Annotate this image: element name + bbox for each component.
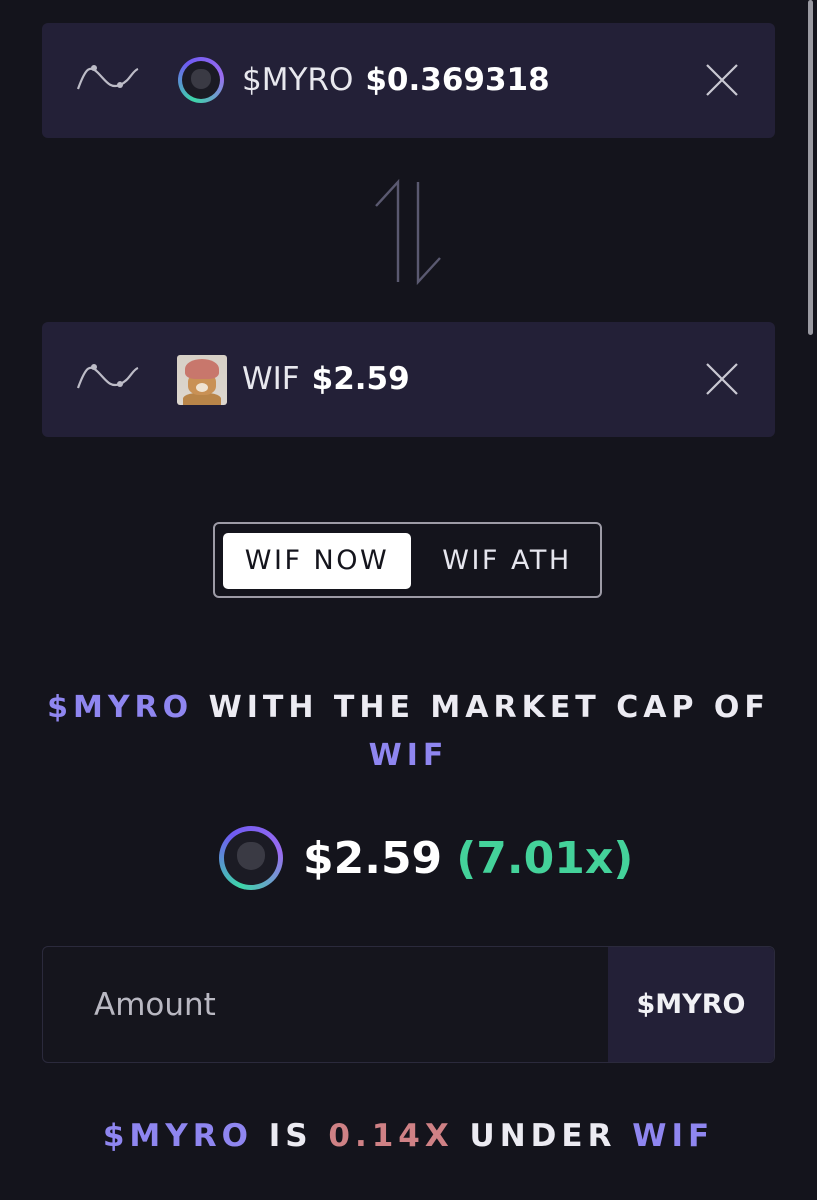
headline: $MYRO WITH THE MARKET CAP OF (0, 690, 817, 725)
to-token-label: WIF $2.59 (242, 322, 410, 437)
to-token-price: $2.59 (311, 361, 410, 397)
result-multiplier: (7.01x) (456, 833, 634, 884)
result-price-line: $2.59 (7.01x) (303, 826, 633, 892)
comparison-toggle: WIF NOW WIF ATH (213, 522, 602, 598)
swap-arrows-icon[interactable] (368, 178, 448, 286)
headline-target-line: WIF (0, 738, 817, 773)
summary-under: UNDER (453, 1118, 633, 1154)
summary-line: $MYRO IS 0.14X UNDER WIF (0, 1118, 817, 1154)
result-price: $2.59 (303, 833, 443, 884)
toggle-option-now[interactable]: WIF NOW (223, 533, 411, 589)
chart-line-icon[interactable] (76, 358, 140, 398)
myro-token-avatar (178, 57, 224, 103)
chart-line-icon[interactable] (76, 59, 140, 99)
from-token-card[interactable]: $MYRO $0.369318 (42, 23, 775, 138)
to-token-card[interactable]: WIF $2.59 (42, 322, 775, 437)
toggle-option-ath[interactable]: WIF ATH (419, 533, 595, 589)
summary-target: WIF (632, 1118, 715, 1154)
wif-token-image (177, 355, 227, 405)
headline-subject: $MYRO (47, 690, 194, 725)
close-icon[interactable] (704, 361, 740, 397)
summary-is: IS (252, 1118, 329, 1154)
to-token-symbol: WIF (242, 361, 300, 397)
summary-subject: $MYRO (102, 1118, 253, 1154)
summary-multiplier: 0.14X (328, 1118, 454, 1154)
amount-box: $MYRO (42, 946, 775, 1063)
page-scrollbar[interactable] (808, 0, 813, 335)
headline-target: WIF (368, 738, 449, 773)
from-token-symbol: $MYRO (242, 62, 354, 98)
close-icon[interactable] (704, 62, 740, 98)
headline-middle: WITH THE MARKET CAP OF (193, 690, 770, 725)
amount-unit-label: $MYRO (608, 947, 774, 1062)
from-token-label: $MYRO $0.369318 (242, 23, 550, 138)
from-token-price: $0.369318 (365, 62, 550, 98)
amount-input[interactable] (43, 947, 609, 1062)
myro-token-avatar (219, 826, 283, 890)
